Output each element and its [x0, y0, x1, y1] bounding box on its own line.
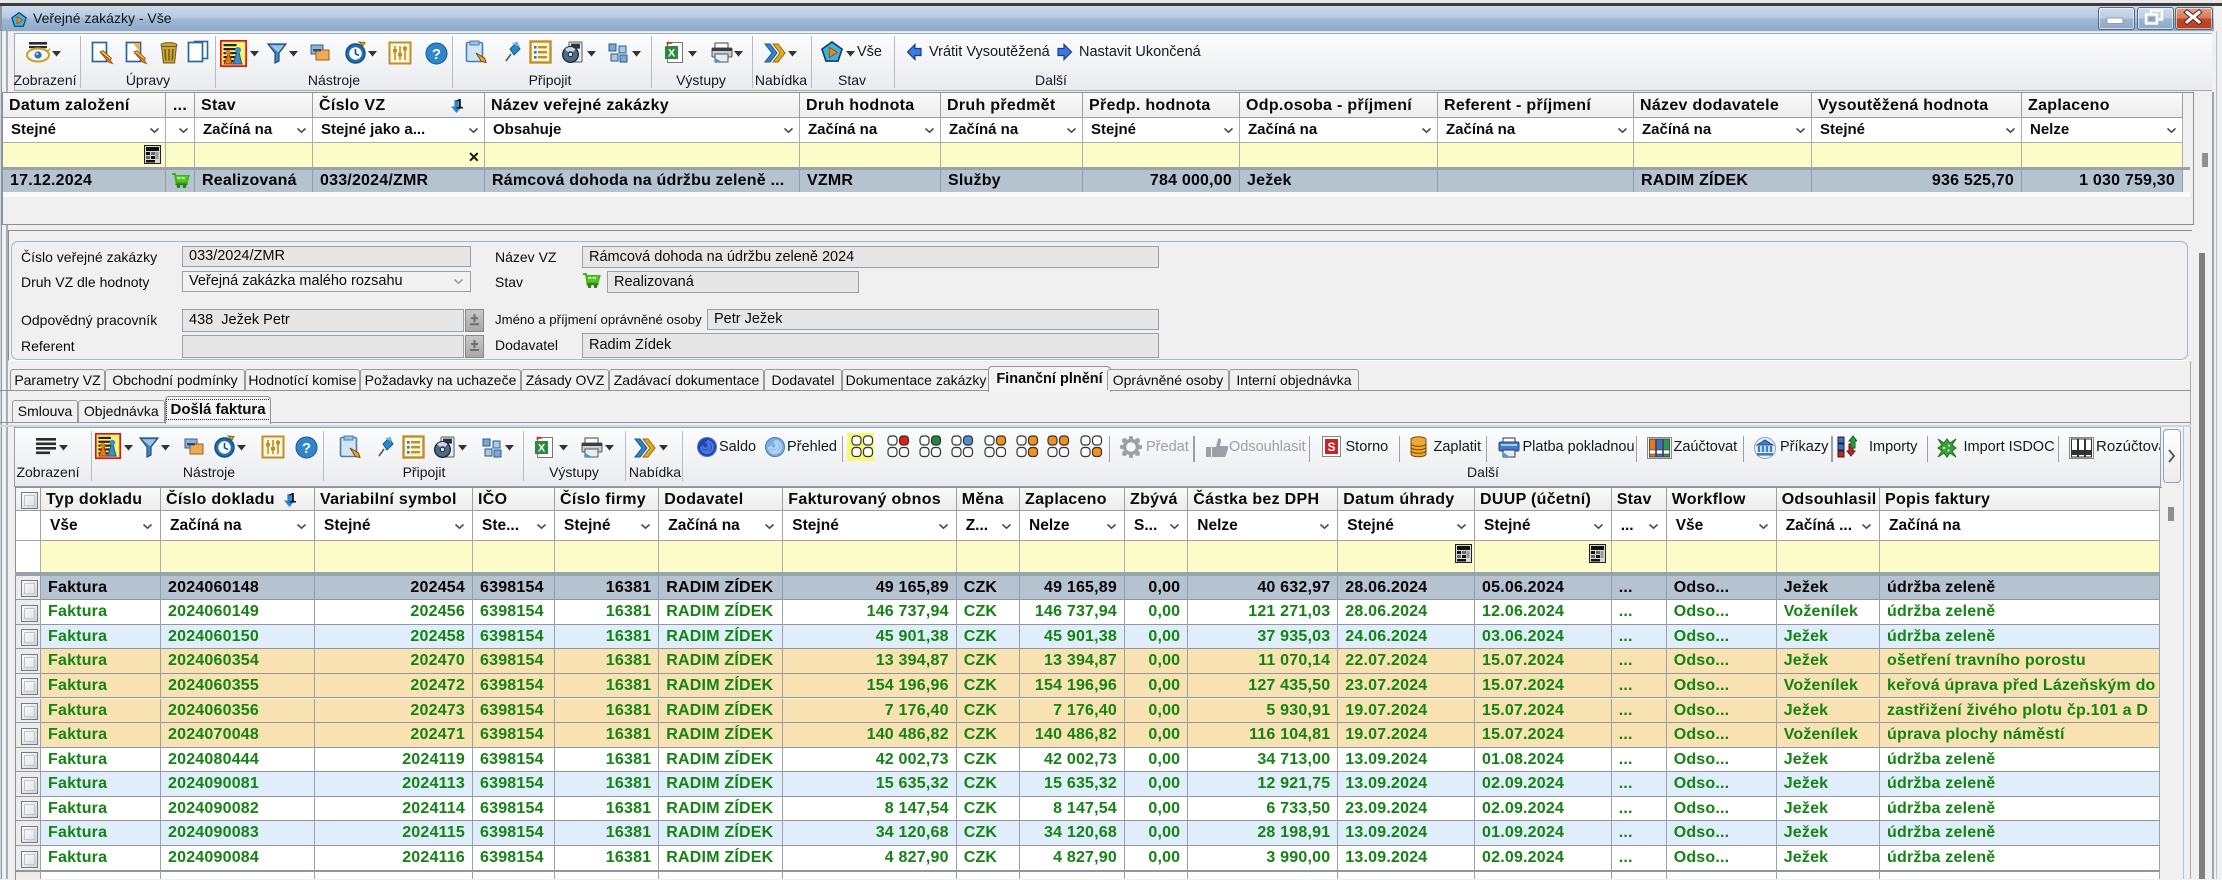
svg-text:X: X	[538, 443, 546, 455]
svg-text:1: 1	[289, 490, 297, 506]
svg-text:X: X	[668, 48, 676, 60]
svg-text:S: S	[1327, 440, 1335, 454]
svg-text:1: 1	[456, 96, 464, 112]
svg-text:?: ?	[432, 46, 441, 63]
svg-text:?: ?	[302, 440, 311, 457]
